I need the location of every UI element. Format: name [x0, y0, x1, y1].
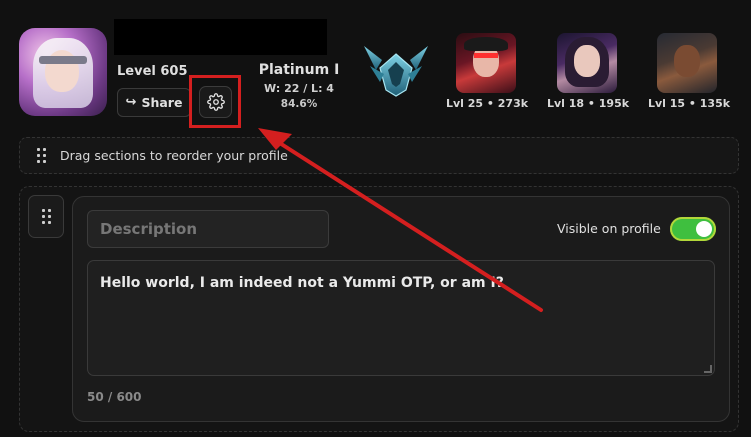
winrate: 84.6% [280, 98, 318, 110]
champion-mastery-1: Lvl 25 • 273k [446, 97, 529, 110]
description-text: Hello world, I am indeed not a Yummi OTP… [100, 275, 504, 291]
share-arrow-icon: ↪ [125, 95, 137, 110]
summoner-name-redacted [114, 19, 327, 55]
section-title-input[interactable]: Description [87, 210, 329, 248]
drag-hint-text: Drag sections to reorder your profile [60, 148, 288, 163]
champion-mastery-3: Lvl 15 • 135k [648, 97, 731, 110]
platinum-emblem-icon [364, 46, 428, 97]
drag-handle-icon [41, 209, 51, 224]
champion-mastery-2: Lvl 18 • 195k [547, 97, 630, 110]
share-button[interactable]: ↪ Share [117, 88, 191, 117]
toggle-knob [696, 221, 712, 237]
rank-block: Platinum I W: 22 / L: 4 84.6% [242, 62, 356, 110]
champion-portrait-1 [456, 33, 516, 93]
visible-on-profile-toggle[interactable] [670, 217, 716, 241]
visible-on-profile-label: Visible on profile [557, 221, 661, 236]
profile-icon[interactable] [19, 28, 107, 116]
rank-tier: Platinum I [258, 62, 340, 78]
champion-portrait-2 [557, 33, 617, 93]
win-loss: W: 22 / L: 4 [264, 82, 334, 95]
summoner-level: Level 605 [117, 64, 188, 79]
character-counter: 50 / 600 [87, 390, 142, 404]
description-textarea[interactable]: Hello world, I am indeed not a Yummi OTP… [87, 260, 715, 376]
annotation-highlight-box [189, 75, 241, 128]
champion-portrait-3 [657, 33, 717, 93]
share-label: Share [141, 95, 183, 110]
section-drag-handle[interactable] [28, 195, 64, 238]
drag-hint-bar: Drag sections to reorder your profile [19, 137, 739, 174]
resize-handle-icon[interactable] [704, 365, 712, 373]
drag-handle-icon [37, 148, 46, 163]
